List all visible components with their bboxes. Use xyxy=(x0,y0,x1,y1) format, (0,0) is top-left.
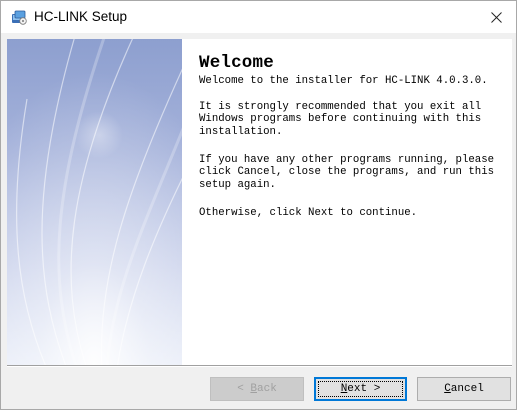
cancel-mnemonic: C xyxy=(444,383,451,395)
next-button[interactable]: Next > xyxy=(314,377,407,401)
window-title: HC-LINK Setup xyxy=(34,9,128,24)
cancel-suffix: ancel xyxy=(450,383,484,395)
next-mnemonic: N xyxy=(340,383,348,395)
close-button[interactable] xyxy=(476,1,516,33)
cancel-instructions-text: If you have any other programs running, … xyxy=(199,154,495,191)
title-bar: HC-LINK Setup xyxy=(1,1,516,33)
side-banner-image xyxy=(7,39,182,365)
installer-icon xyxy=(11,9,27,25)
back-button[interactable]: < Back xyxy=(210,377,304,401)
button-bar-separator xyxy=(7,365,512,367)
welcome-heading: Welcome xyxy=(199,53,274,73)
close-icon xyxy=(490,11,502,23)
cancel-button[interactable]: Cancel xyxy=(417,377,511,401)
setup-window: HC-LINK Setup Welcome Welcome to the ins… xyxy=(0,0,517,410)
intro-text: Welcome to the installer for HC-LINK 4.0… xyxy=(199,75,488,87)
welcome-panel: Welcome Welcome to the installer for HC-… xyxy=(182,39,512,365)
continue-text: Otherwise, click Next to continue. xyxy=(199,207,418,219)
exit-programs-text: It is strongly recommended that you exit… xyxy=(199,101,482,138)
back-prefix: < xyxy=(237,383,251,395)
back-mnemonic: B xyxy=(250,383,257,395)
back-suffix: ack xyxy=(257,383,277,395)
next-suffix: ext > xyxy=(347,383,381,395)
